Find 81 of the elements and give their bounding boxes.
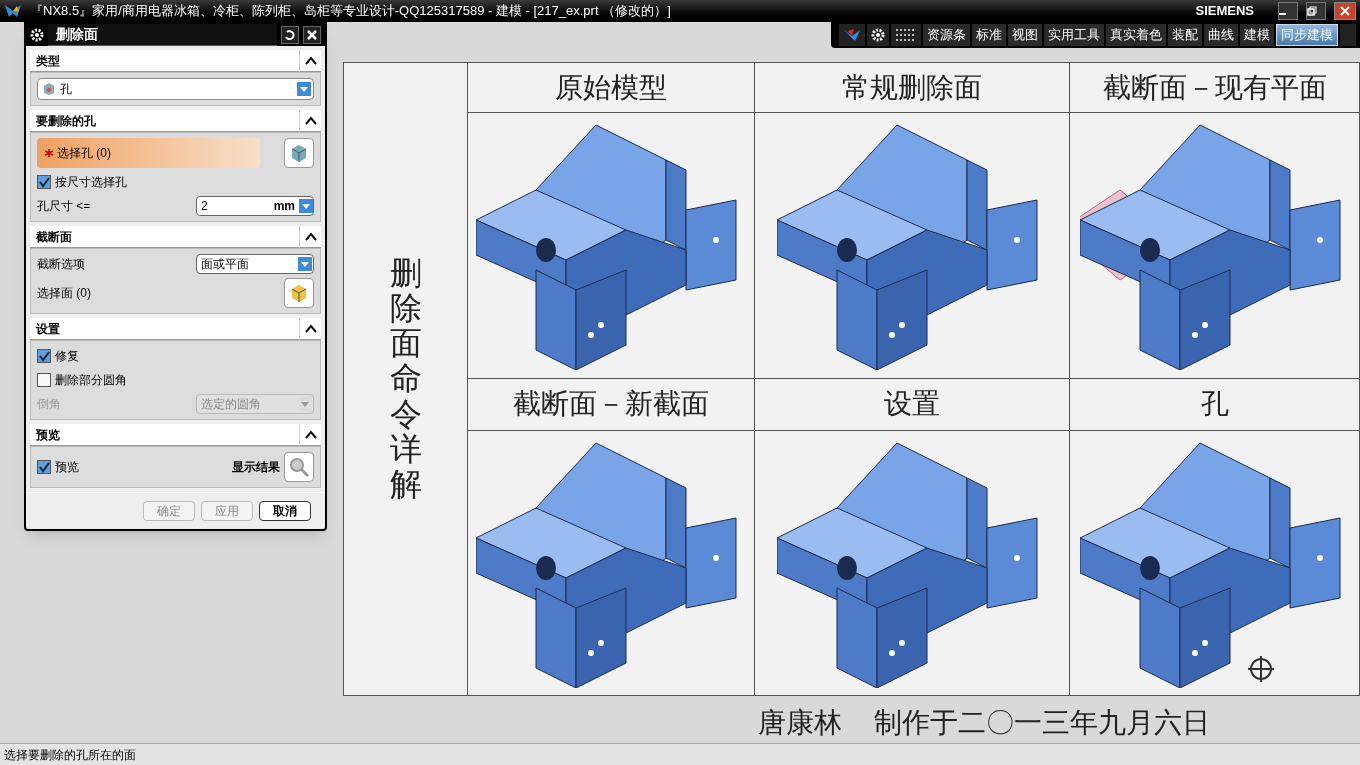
signature-text: 制作于二〇一三年九月六日 xyxy=(874,705,1210,741)
vertical-title: 删除面命令详解 xyxy=(389,255,422,503)
logo-toolbar-button[interactable] xyxy=(839,24,865,46)
dialog-title: 删除面 xyxy=(48,24,277,46)
cell-caption: 常规删除面 xyxy=(842,69,982,106)
caret-up-icon xyxy=(304,231,317,242)
settings-icon xyxy=(871,28,885,42)
caret-up-icon xyxy=(304,429,317,440)
section-title: 要删除的孔 xyxy=(35,112,97,130)
section-title: 类型 xyxy=(35,52,61,70)
checkmark-icon xyxy=(38,461,50,473)
close-button[interactable] xyxy=(303,26,321,44)
restore-button[interactable] xyxy=(1306,2,1326,20)
settings-icon[interactable] xyxy=(30,28,44,42)
close-icon xyxy=(1340,6,1350,16)
section-title: 预览 xyxy=(35,426,61,444)
checkbox-label: 按尺寸选择孔 xyxy=(55,174,127,191)
restore-icon xyxy=(1307,6,1317,16)
checkbox-label: 预览 xyxy=(55,459,80,476)
crosshair-icon xyxy=(1246,654,1276,684)
option-dropdown[interactable]: 面或平面 xyxy=(196,254,314,274)
checkmark-icon xyxy=(38,176,50,188)
checkbox-label: 删除部分圆角 xyxy=(55,372,127,389)
selection-step[interactable]: 选择孔 (0) xyxy=(37,138,260,168)
window-title: 『NX8.5』家用/商用电器冰箱、冷柜、陈列柜、岛柜等专业设计-QQ125317589 - 建模 - [217_ex.prt （修改的）] xyxy=(30,2,671,21)
reset-button[interactable] xyxy=(281,26,299,44)
dialog-button[interactable]: 取消 xyxy=(259,501,311,521)
checkmark-icon xyxy=(38,350,50,362)
cell-caption: 设置 xyxy=(884,386,940,422)
status-prompt: 选择要删除的孔所在的面 xyxy=(4,746,136,764)
show-result-button[interactable] xyxy=(284,452,314,482)
toolbar-tab[interactable]: 标准 xyxy=(972,24,1006,46)
cell-caption: 孔 xyxy=(1200,386,1229,422)
selection-label: 选择孔 (0) xyxy=(57,145,111,162)
checkbox[interactable] xyxy=(37,175,51,189)
minimize-icon xyxy=(1279,13,1287,15)
checkbox-label: 修复 xyxy=(55,348,79,365)
minimize-button[interactable] xyxy=(1278,2,1298,20)
cube-icon xyxy=(289,283,309,303)
cube-icon xyxy=(289,143,309,163)
select-face-button[interactable] xyxy=(284,278,314,308)
cell-caption: 截断面－现有平面 xyxy=(1102,69,1327,106)
number-field[interactable]: 2 mm xyxy=(196,196,314,216)
field-label: 选择面 (0) xyxy=(37,285,92,302)
checkbox[interactable] xyxy=(37,349,51,363)
section-title: 设置 xyxy=(34,320,61,338)
unit-label: mm xyxy=(272,198,296,215)
settings-button[interactable] xyxy=(867,24,889,46)
signature-text: 唐康林 xyxy=(758,705,842,741)
toolbar-tab[interactable]: 资源条 xyxy=(923,24,970,46)
asterisk-icon xyxy=(45,149,53,157)
close-icon xyxy=(306,29,318,41)
dropdown-value: 孔 xyxy=(60,81,73,98)
checkbox[interactable] xyxy=(37,373,51,387)
section-title: 截断面 xyxy=(35,228,73,246)
caret-up-icon xyxy=(304,55,317,66)
field-label: 孔尺寸 <= xyxy=(37,198,92,215)
grid-toolbar-button[interactable] xyxy=(891,24,921,46)
caret-up-icon xyxy=(304,323,317,334)
toolbar-tab[interactable]: 视图 xyxy=(1008,24,1042,46)
field-label: 倒角 xyxy=(37,396,62,413)
toolbar-tab[interactable]: 曲线 xyxy=(1204,24,1238,46)
cell-caption: 截断面－新截面 xyxy=(513,386,709,422)
number-input[interactable]: 2 xyxy=(197,197,257,215)
checkbox[interactable] xyxy=(37,460,51,474)
magnifier-icon xyxy=(288,456,310,478)
toolbar-tab[interactable]: 装配 xyxy=(1168,24,1202,46)
cell-caption: 原始模型 xyxy=(555,69,667,106)
toolbar-tab[interactable]: 真实着色 xyxy=(1106,24,1166,46)
toolbar-tab[interactable]: 建模 xyxy=(1240,24,1274,46)
field-label: 截断选项 xyxy=(37,256,86,273)
field-label: 显示结果 xyxy=(232,459,280,476)
caret-up-icon xyxy=(304,115,317,126)
reset-icon xyxy=(284,29,296,41)
select-hole-button[interactable] xyxy=(284,138,314,168)
grid-icon xyxy=(895,28,917,42)
toolbar-tab[interactable]: 实用工具 xyxy=(1044,24,1104,46)
brand-label: SIEMENS xyxy=(1195,2,1254,21)
type-dropdown[interactable]: 孔 xyxy=(37,78,314,100)
app-logo-icon xyxy=(4,3,22,19)
cube-icon xyxy=(42,82,56,96)
